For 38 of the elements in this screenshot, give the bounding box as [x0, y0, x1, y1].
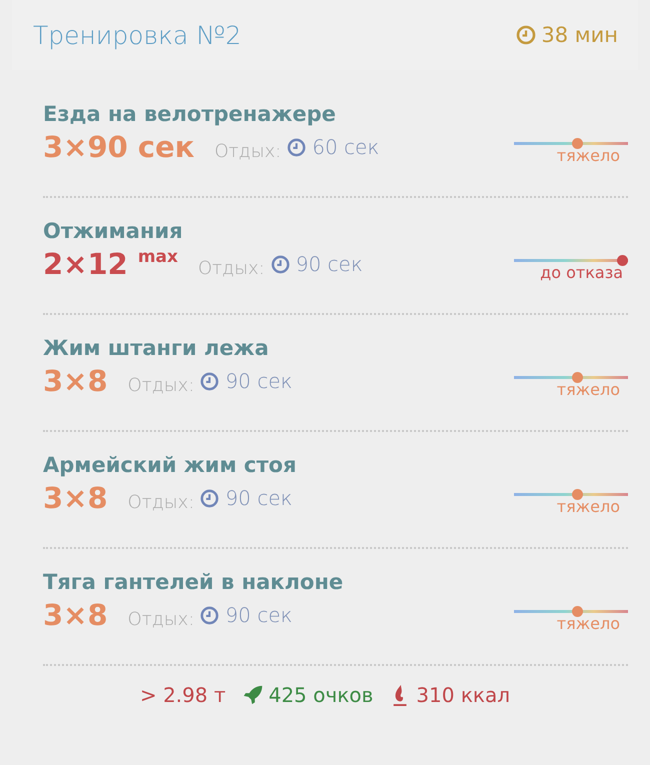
sets-reps: 3×8	[43, 598, 108, 632]
intensity-label: тяжело	[556, 614, 620, 633]
exercise-name: Армейский жим стоя	[43, 453, 298, 477]
sets-note: max	[138, 246, 178, 266]
sets-reps: 2×12	[43, 246, 128, 280]
points-text: 425 очков	[268, 683, 374, 707]
clock-icon	[516, 25, 536, 45]
intensity-label: тяжело	[556, 380, 620, 399]
rocket-icon	[242, 684, 264, 706]
rest-time: 90 сек	[225, 369, 292, 393]
intensity-label: тяжело	[556, 497, 620, 516]
sets-reps: 3×8	[43, 364, 108, 398]
rest-time: 60 сек	[312, 135, 380, 159]
clock-icon	[200, 372, 220, 390]
rest-label: Отдых:	[128, 608, 194, 630]
sets-reps: 3×8	[43, 480, 108, 514]
clock-icon	[270, 254, 290, 274]
intensity-label: до отказа	[540, 263, 623, 282]
duration-text: 38 мин	[541, 23, 618, 47]
rest-label: Отдых:	[128, 492, 194, 512]
exercise-name: Езда на велотренажере	[43, 102, 337, 126]
rest-time: 90 сек	[225, 603, 292, 627]
clock-icon	[287, 138, 306, 156]
intensity-label: тяжело	[556, 146, 620, 165]
rest-time: 90 сек	[225, 486, 292, 510]
exercise-name: Жим штанги лежа	[43, 336, 270, 360]
calories-text: 310 ккал	[416, 683, 510, 707]
rest-time: 90 сек	[296, 252, 363, 276]
rest-label: Отдых:	[128, 374, 194, 396]
clock-icon	[200, 488, 220, 508]
workout-title: Тренировка №2	[33, 20, 242, 50]
rest-label: Отдых:	[214, 140, 282, 162]
rest-label: Отдых:	[198, 258, 265, 278]
exercise-name: Тяга гантелей в наклоне	[43, 570, 344, 594]
tonnage-text: > 2.98 т	[140, 683, 226, 707]
clock-icon	[200, 606, 220, 624]
exercise-name: Отжимания	[43, 219, 184, 243]
sets-reps: 3×90 сек	[43, 130, 194, 164]
